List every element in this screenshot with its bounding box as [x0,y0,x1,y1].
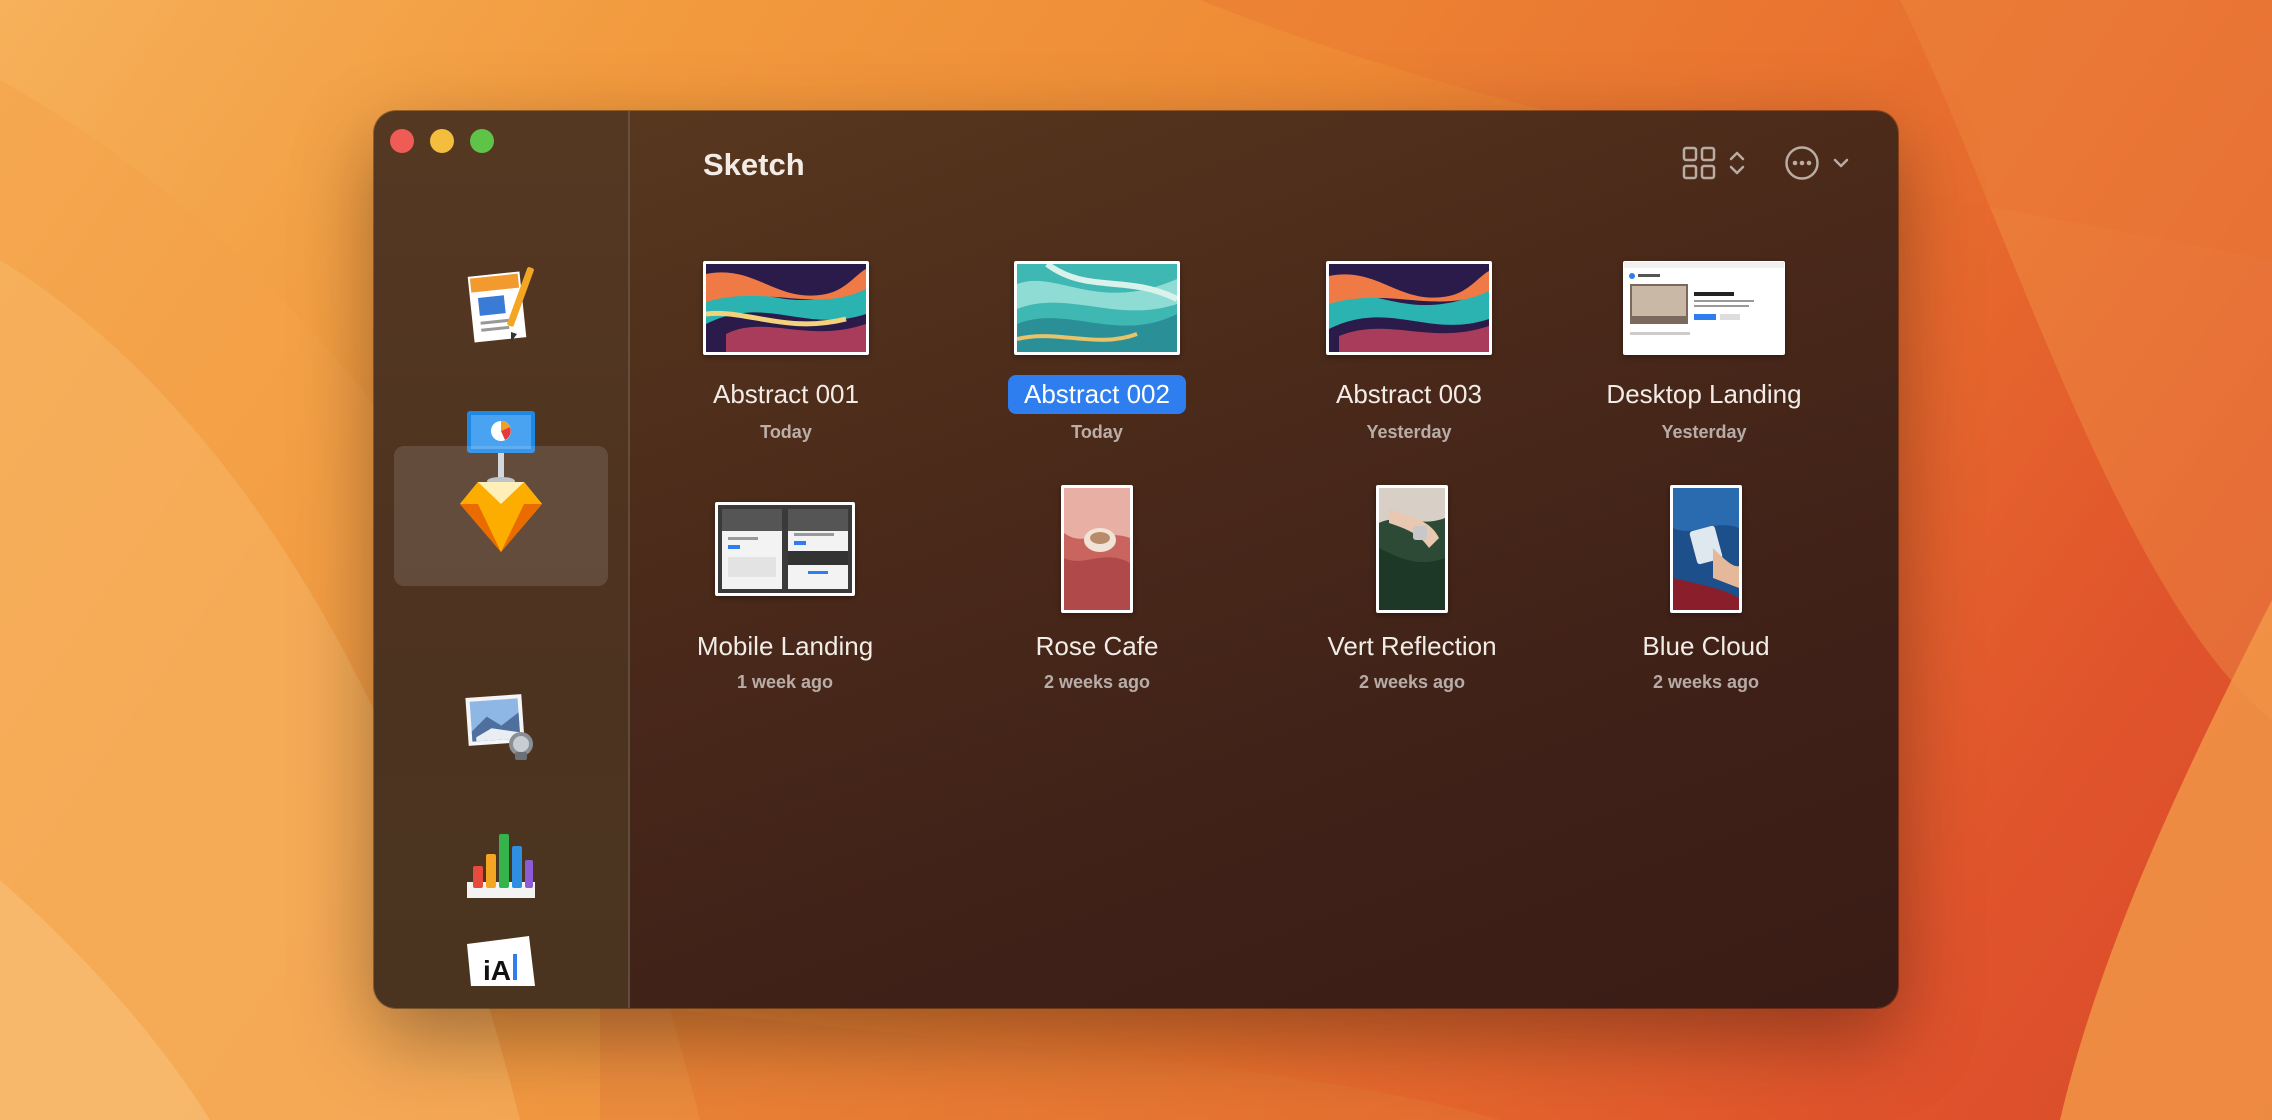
document-thumbnail [703,261,869,355]
document-item[interactable]: Mobile Landing 1 week ago [635,502,935,802]
sidebar-item-sketch[interactable] [394,446,608,586]
chevron-updown-icon [1729,151,1745,175]
minimize-window-button[interactable] [430,129,454,153]
more-actions-button[interactable] [1784,141,1850,185]
view-mode-button[interactable] [1682,141,1746,185]
document-date: Today [760,422,812,442]
sketch-icon [460,482,542,552]
grid-view-icon [1682,146,1716,180]
document-thumbnail [1623,261,1785,355]
window-title: Sketch [703,147,805,182]
document-date: 2 weeks ago [1043,672,1151,692]
preview-icon [465,694,533,760]
document-date: Yesterday [1366,422,1452,442]
pages-icon [467,267,534,343]
document-date: Today [1071,422,1123,442]
document-name: Blue Cloud [1642,631,1770,661]
document-name: Abstract 003 [1336,379,1482,409]
ellipsis-circle-icon [1785,146,1819,180]
document-date: Yesterday [1661,422,1747,442]
app-launcher-window: iA Sketch Abstract 001 Today Abstract 00… [374,111,1898,1008]
ia-writer-icon: iA [467,936,535,986]
chevron-down-icon [1833,158,1849,168]
numbers-icon [467,834,535,898]
sidebar-item-preview[interactable] [394,656,608,796]
document-item[interactable]: Vert Reflection 2 weeks ago [1262,485,1562,785]
svg-text:iA: iA [483,955,511,986]
document-date: 2 weeks ago [1652,672,1760,692]
document-thumbnail [1061,485,1133,613]
document-name: Abstract 001 [713,379,859,409]
document-thumbnail [1376,485,1448,613]
document-thumbnail [1670,485,1742,613]
sidebar-item-ia-writer[interactable]: iA [394,936,608,996]
sidebar-item-numbers[interactable] [394,796,608,936]
document-name: Mobile Landing [696,631,874,661]
document-date: 2 weeks ago [1358,672,1466,692]
document-name: Vert Reflection [1327,631,1497,661]
document-item[interactable]: Blue Cloud 2 weeks ago [1556,485,1856,785]
document-item[interactable]: Rose Cafe 2 weeks ago [947,485,1247,785]
document-name: Rose Cafe [1035,631,1159,661]
document-thumbnail [1326,261,1492,355]
document-date: 1 week ago [736,672,834,692]
sidebar-item-pages[interactable] [394,235,608,375]
document-thumbnail [715,502,855,596]
document-thumbnail [1014,261,1180,355]
close-window-button[interactable] [390,129,414,153]
app-sidebar: iA [374,111,630,1008]
document-name: Desktop Landing [1606,379,1802,409]
zoom-window-button[interactable] [470,129,494,153]
document-name: Abstract 002 [947,375,1247,414]
